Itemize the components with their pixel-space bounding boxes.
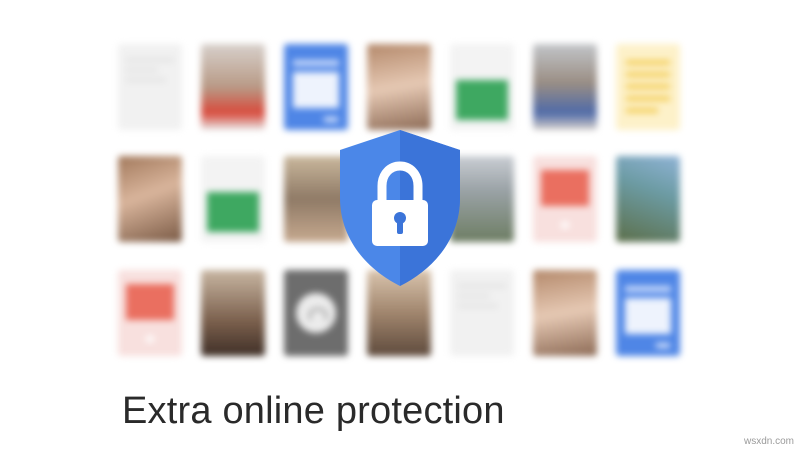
watermark: wsxdn.com — [743, 436, 794, 447]
tile-photo — [533, 44, 597, 130]
tile-photo — [118, 156, 182, 242]
tile-presentation — [118, 270, 182, 356]
tile-photo — [201, 44, 265, 130]
tile-form — [284, 44, 348, 130]
tile-note — [616, 44, 680, 130]
tile-presentation — [533, 156, 597, 242]
tile-photo — [616, 156, 680, 242]
tile-photo — [533, 270, 597, 356]
tile-form — [616, 270, 680, 356]
headline: Extra online protection — [122, 390, 505, 432]
tile-blank-document — [118, 44, 182, 130]
tile-photo — [201, 270, 265, 356]
shield-icon — [338, 128, 462, 288]
tile-spreadsheet — [450, 44, 514, 130]
tile-photo — [367, 44, 431, 130]
tile-spreadsheet — [201, 156, 265, 242]
